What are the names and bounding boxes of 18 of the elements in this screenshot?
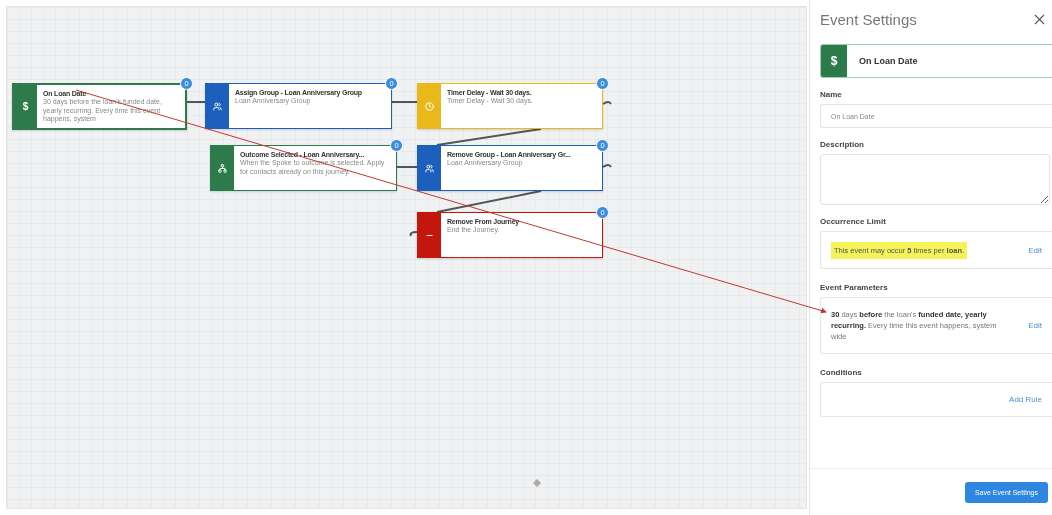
edit-link[interactable]: Edit [1028, 321, 1042, 330]
section-label: Event Parameters [820, 283, 889, 292]
move-handle-icon[interactable] [533, 479, 541, 487]
people-icon [213, 101, 222, 111]
section-label: Occurrence Limit [820, 217, 887, 226]
section-label: Conditions [820, 368, 863, 377]
add-rule-link[interactable]: Add Rule [1009, 395, 1042, 404]
edit-link[interactable]: Edit [1028, 245, 1042, 255]
field-label: Name [820, 90, 843, 99]
event-name: On Loan Date [859, 56, 918, 66]
hierarchy-icon [218, 163, 227, 173]
people-icon [425, 163, 434, 173]
clock-icon [425, 101, 434, 111]
description-field[interactable] [820, 154, 1050, 205]
dollar-symbol: $ [22, 100, 29, 112]
panel-title: Event Settings [820, 10, 917, 28]
dollar-symbol: $ [821, 45, 847, 77]
field-label: Description [820, 140, 865, 149]
